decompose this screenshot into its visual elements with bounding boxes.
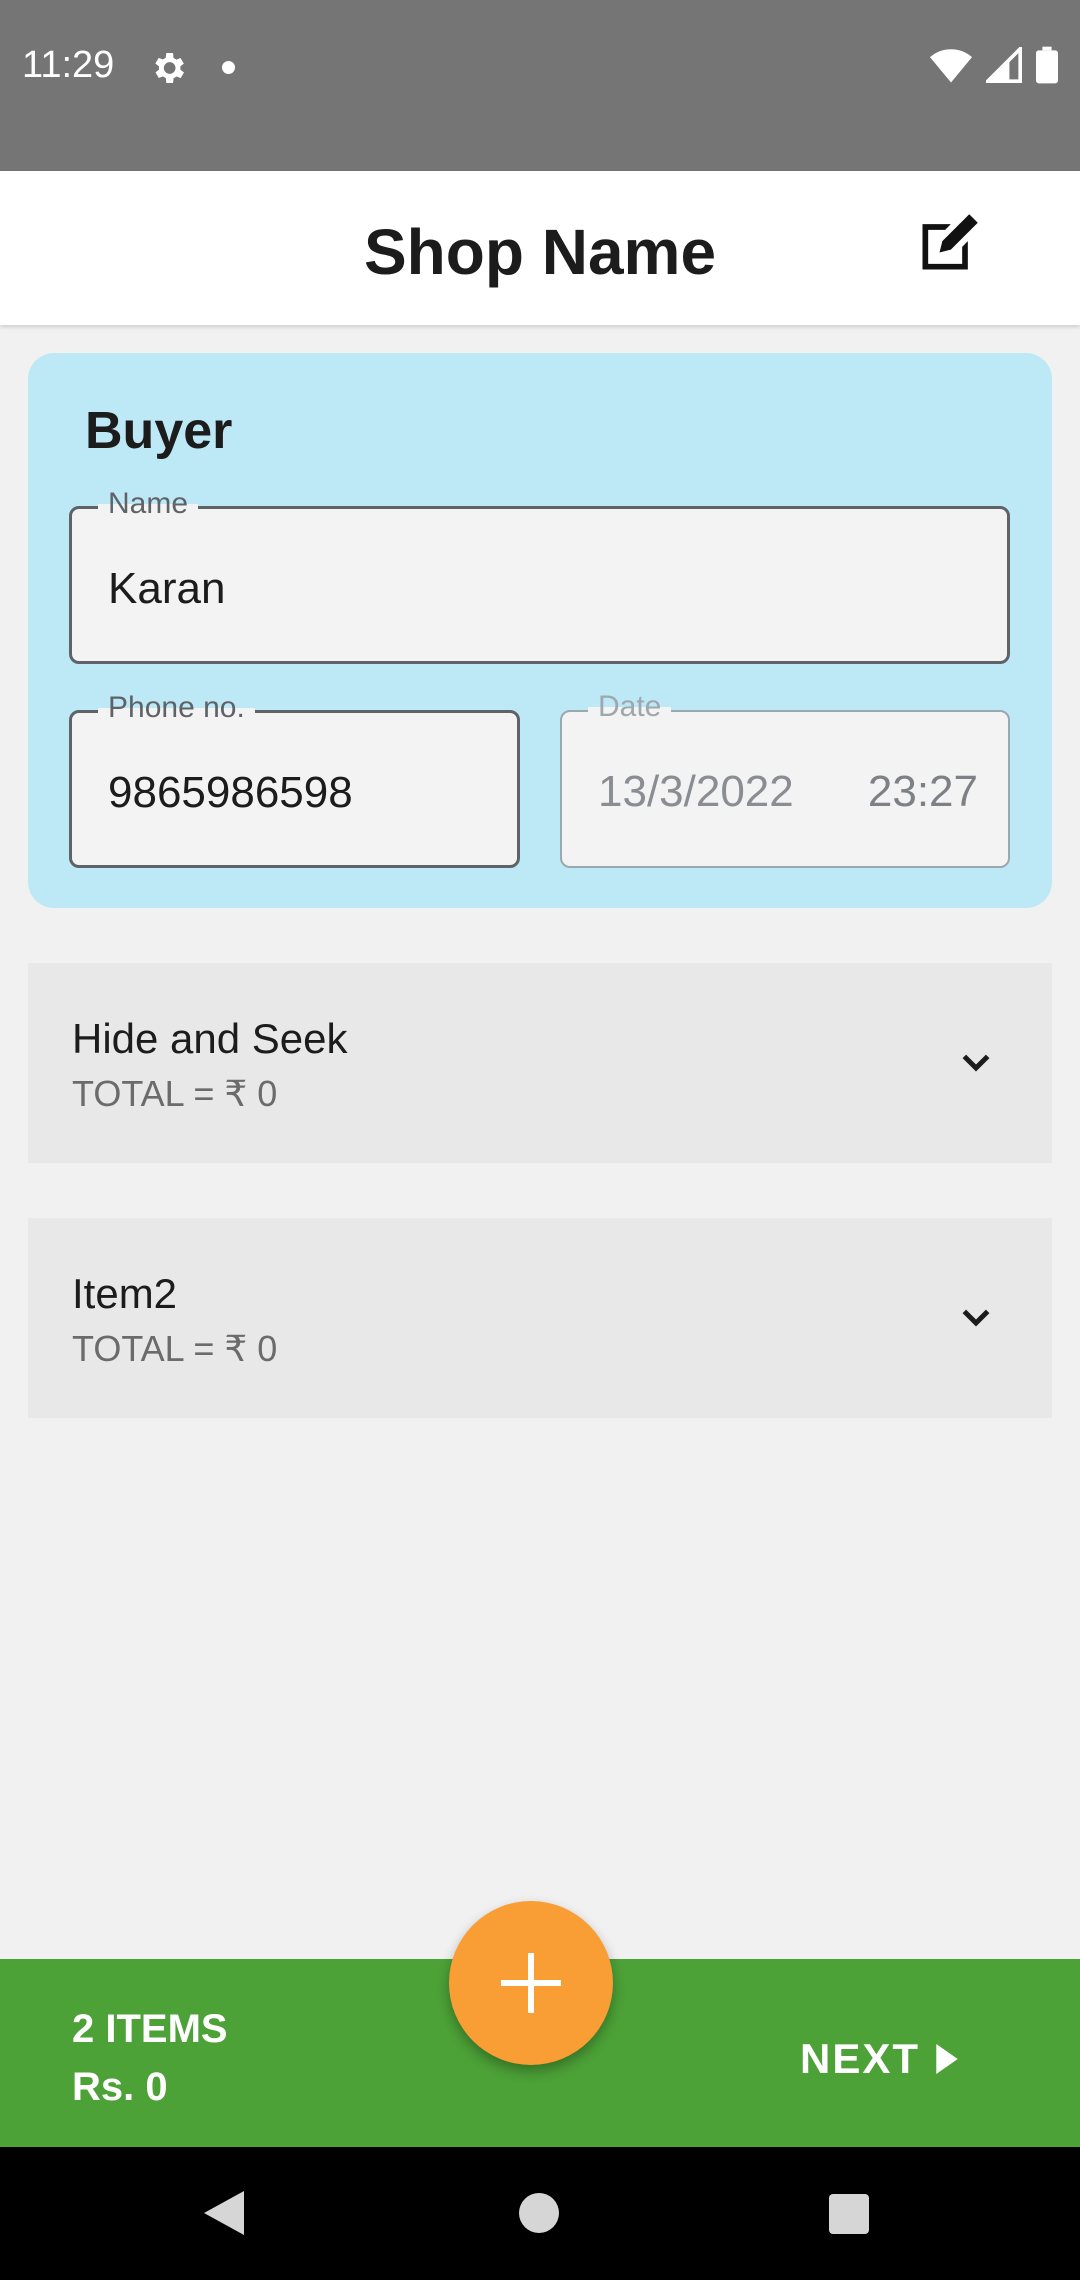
item-name: Item2 bbox=[72, 1270, 178, 1317]
name-field-value: Karan bbox=[108, 564, 226, 613]
item-total: TOTAL = ₹ 0 bbox=[72, 1328, 278, 1369]
next-button-label: NEXT bbox=[800, 2035, 921, 2082]
chevron-down-icon[interactable] bbox=[956, 1298, 996, 1338]
notification-dot bbox=[222, 61, 235, 74]
buyer-heading: Buyer bbox=[85, 402, 233, 460]
next-button[interactable]: NEXT bbox=[800, 2035, 958, 2083]
battery-icon bbox=[1036, 46, 1058, 84]
item-count: 2 ITEMS bbox=[72, 2007, 228, 2051]
system-nav-bar bbox=[0, 2147, 1080, 2280]
phone-field-value: 9865986598 bbox=[108, 768, 353, 817]
edit-button[interactable] bbox=[914, 210, 982, 278]
chevron-down-icon[interactable] bbox=[956, 1043, 996, 1083]
list-item[interactable]: Hide and Seek TOTAL = ₹ 0 bbox=[28, 963, 1052, 1163]
play-arrow-icon bbox=[936, 2044, 958, 2074]
home-icon[interactable] bbox=[519, 2193, 559, 2233]
wifi-icon bbox=[930, 49, 972, 83]
buyer-card: Buyer Name Karan Phone no. 9865986598 Da… bbox=[28, 353, 1052, 908]
grand-total: Rs. 0 bbox=[72, 2065, 168, 2109]
phone-field-label: Phone no. bbox=[98, 691, 255, 725]
signal-icon bbox=[986, 47, 1022, 83]
status-bar: 11:29 bbox=[0, 0, 1080, 171]
add-item-button[interactable] bbox=[449, 1901, 613, 2065]
status-indicators bbox=[930, 46, 1058, 84]
phone-field[interactable]: Phone no. 9865986598 bbox=[69, 691, 520, 868]
recents-icon[interactable] bbox=[829, 2194, 869, 2234]
item-name: Hide and Seek bbox=[72, 1015, 348, 1062]
item-total: TOTAL = ₹ 0 bbox=[72, 1073, 278, 1114]
status-time: 11:29 bbox=[22, 44, 115, 86]
name-field[interactable]: Name Karan bbox=[69, 487, 1010, 664]
date-field-value: 13/3/2022 bbox=[598, 767, 794, 816]
name-field-label: Name bbox=[98, 487, 199, 521]
back-icon[interactable] bbox=[204, 2191, 244, 2235]
time-field-value[interactable]: 23:27 bbox=[868, 767, 978, 817]
date-field-label: Date bbox=[588, 690, 672, 724]
gear-icon bbox=[155, 53, 184, 83]
edit-icon bbox=[922, 214, 978, 270]
date-field[interactable]: Date 13/3/2022 23:27 bbox=[560, 690, 1010, 868]
plus-icon bbox=[501, 1953, 561, 2013]
list-item[interactable]: Item2 TOTAL = ₹ 0 bbox=[28, 1218, 1052, 1418]
